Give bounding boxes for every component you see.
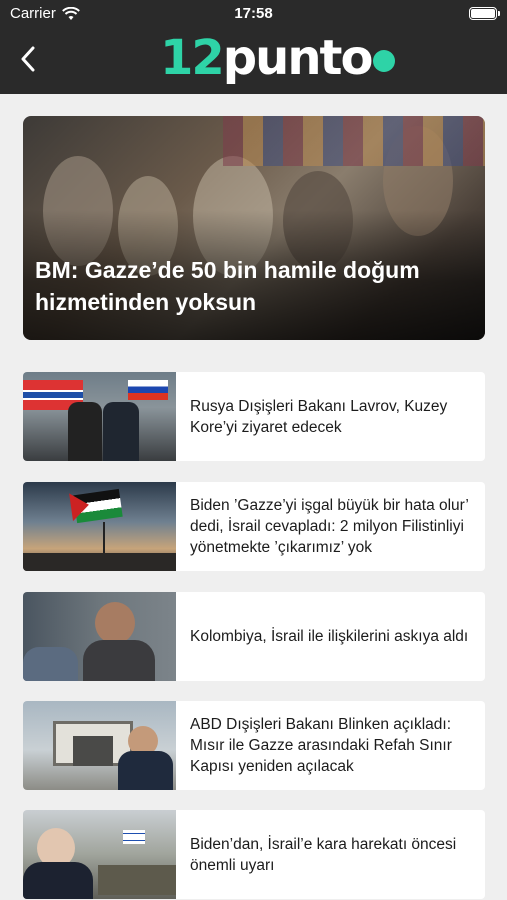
logo-number: 12 <box>160 30 225 86</box>
logo-word: punto <box>222 30 374 86</box>
status-bar: Carrier 17:58 <box>0 0 507 28</box>
back-button[interactable] <box>14 44 42 74</box>
article-thumbnail <box>23 810 176 899</box>
article-title: Biden’dan, İsrail’e kara harekatı öncesi… <box>190 835 457 874</box>
list-item[interactable]: ABD Dışişleri Bakanı Blinken açıkladı: M… <box>23 701 485 790</box>
article-title: Kolombiya, İsrail ile ilişkilerini askıy… <box>190 628 469 645</box>
list-item[interactable]: Biden’dan, İsrail’e kara harekatı öncesi… <box>23 810 485 899</box>
status-time: 17:58 <box>234 5 273 22</box>
app-header: Carrier 17:58 12 punto <box>0 0 507 94</box>
list-item[interactable]: Kolombiya, İsrail ile ilişkilerini askıy… <box>23 592 485 681</box>
app-logo: 12 punto <box>160 28 396 88</box>
article-title: Biden ’Gazze’yi işgal büyük bir hata olu… <box>190 497 469 556</box>
featured-article[interactable]: BM: Gazze’de 50 bin hamile doğum hizmeti… <box>23 116 485 340</box>
article-title: ABD Dışişleri Bakanı Blinken açıkladı: M… <box>190 716 452 775</box>
article-thumbnail <box>23 701 176 790</box>
article-thumbnail <box>23 482 176 571</box>
list-item[interactable]: Biden ’Gazze’yi işgal büyük bir hata olu… <box>23 482 485 571</box>
list-item[interactable]: Rusya Dışişleri Bakanı Lavrov, Kuzey Kor… <box>23 372 485 461</box>
battery-icon <box>469 7 500 20</box>
logo-dot <box>373 50 396 72</box>
article-title: Rusya Dışişleri Bakanı Lavrov, Kuzey Kor… <box>190 397 448 436</box>
article-thumbnail <box>23 592 176 681</box>
featured-title: BM: Gazze’de 50 bin hamile doğum hizmeti… <box>35 257 420 315</box>
article-thumbnail <box>23 372 176 461</box>
chevron-left-icon <box>21 46 35 72</box>
